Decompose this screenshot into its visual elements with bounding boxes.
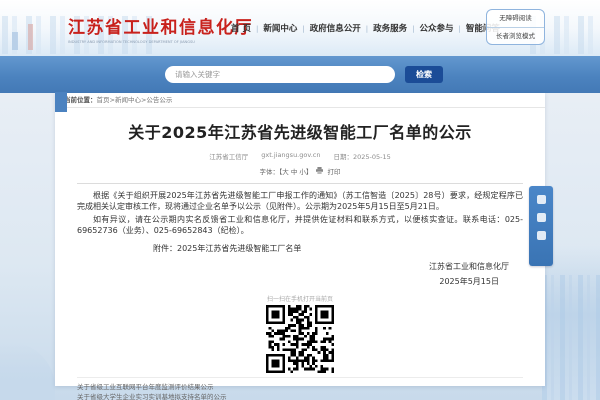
search-band: 检索 xyxy=(0,56,600,93)
related-link-item[interactable]: 关于省级大学生企业实习实训基地拟支持名单的公示 xyxy=(77,392,523,400)
signature-date: 2025年5月15日 xyxy=(439,277,499,286)
article-website: gxt.jiangsu.gov.cn xyxy=(261,151,321,159)
breadcrumb-label: 当前位置： xyxy=(64,96,97,104)
nav-item[interactable]: 政府信息公开 xyxy=(297,22,361,34)
search-input[interactable] xyxy=(165,66,395,83)
site-title-english: INDUSTRY AND INFORMATION TECHNOLOGY DEPA… xyxy=(68,40,195,45)
qr-caption: 扫一扫在手机打开当前页 xyxy=(266,296,333,303)
attachment-link[interactable]: 附件：2025年江苏省先进级智能工厂名单 xyxy=(153,243,523,254)
font-size-control[interactable]: 字体：【大 中 小】 xyxy=(260,166,313,176)
nav-item[interactable]: 新闻中心 xyxy=(251,22,297,34)
related-links: 关于省级工业互联网平台年度监测评价结果公示 关于省级大学生企业实习实训基地拟支持名… xyxy=(77,382,523,400)
article-paragraph: 根据《关于组织开展2025年江苏省先进级智能工厂申报工作的通知》（苏工信智造〔2… xyxy=(77,191,523,211)
floating-widget-left[interactable] xyxy=(55,92,67,112)
qr-code xyxy=(266,305,334,373)
divider xyxy=(77,377,523,378)
accessibility-box: 无障碍阅读 长者浏览模式 xyxy=(486,9,545,45)
skyline-building-decor xyxy=(28,24,33,50)
breadcrumb: 当前位置：首页>新闻中心>公告公示 xyxy=(55,93,545,108)
divider xyxy=(77,183,523,184)
cityscape-decor xyxy=(542,245,600,400)
article-controls: 字体：【大 中 小】 打印 xyxy=(77,166,523,176)
article-date: 日期：2025-05-15 xyxy=(333,153,391,161)
content-card: 当前位置：首页>新闻中心>公告公示 关于2025年江苏省先进级智能工厂名单的公示… xyxy=(55,93,545,400)
signature-org: 江苏省工业和信息化厅 xyxy=(429,262,509,271)
breadcrumb-path[interactable]: 首页>新闻中心>公告公示 xyxy=(97,96,173,104)
article-paragraph: 如有异议，请在公示期内实名反馈省工业和信息化厅，并提供佐证材料和联系方式，以便核… xyxy=(77,215,523,235)
article-source: 江苏省工信厅 xyxy=(209,153,249,161)
qr-wrap xyxy=(77,305,523,373)
main-nav: 首 页新闻中心政府信息公开政务服务公众参与智能问答 xyxy=(231,22,500,34)
nav-item[interactable]: 首 页 xyxy=(231,22,251,34)
article: 关于2025年江苏省先进级智能工厂名单的公示 江苏省工信厅 gxt.jiangs… xyxy=(55,119,545,400)
site-header: 江苏省工业和信息化厅 INDUSTRY AND INFORMATION TECH… xyxy=(0,0,600,56)
elder-mode-button[interactable]: 长者浏览模式 xyxy=(487,27,544,44)
hill-decor xyxy=(0,342,55,400)
accessibility-button[interactable]: 无障碍阅读 xyxy=(487,10,544,27)
page-title: 关于2025年江苏省先进级智能工厂名单的公示 xyxy=(128,123,472,142)
wechat-icon[interactable] xyxy=(536,213,546,222)
back-to-top-icon[interactable] xyxy=(536,231,546,240)
floating-toolbar[interactable] xyxy=(529,186,553,266)
page: 江苏省工业和信息化厅 INDUSTRY AND INFORMATION TECH… xyxy=(0,0,600,400)
print-button[interactable]: 打印 xyxy=(327,166,340,176)
nav-item[interactable]: 公众参与 xyxy=(407,22,453,34)
printer-icon xyxy=(316,166,324,176)
nav-item[interactable]: 政务服务 xyxy=(361,22,407,34)
skyline-building-decor xyxy=(12,32,18,50)
share-icon[interactable] xyxy=(536,195,546,204)
search-button[interactable]: 检索 xyxy=(405,66,443,83)
related-link-item[interactable]: 关于省级工业互联网平台年度监测评价结果公示 xyxy=(77,382,523,392)
article-meta: 江苏省工信厅 gxt.jiangsu.gov.cn 日期：2025-05-15 xyxy=(77,151,523,161)
